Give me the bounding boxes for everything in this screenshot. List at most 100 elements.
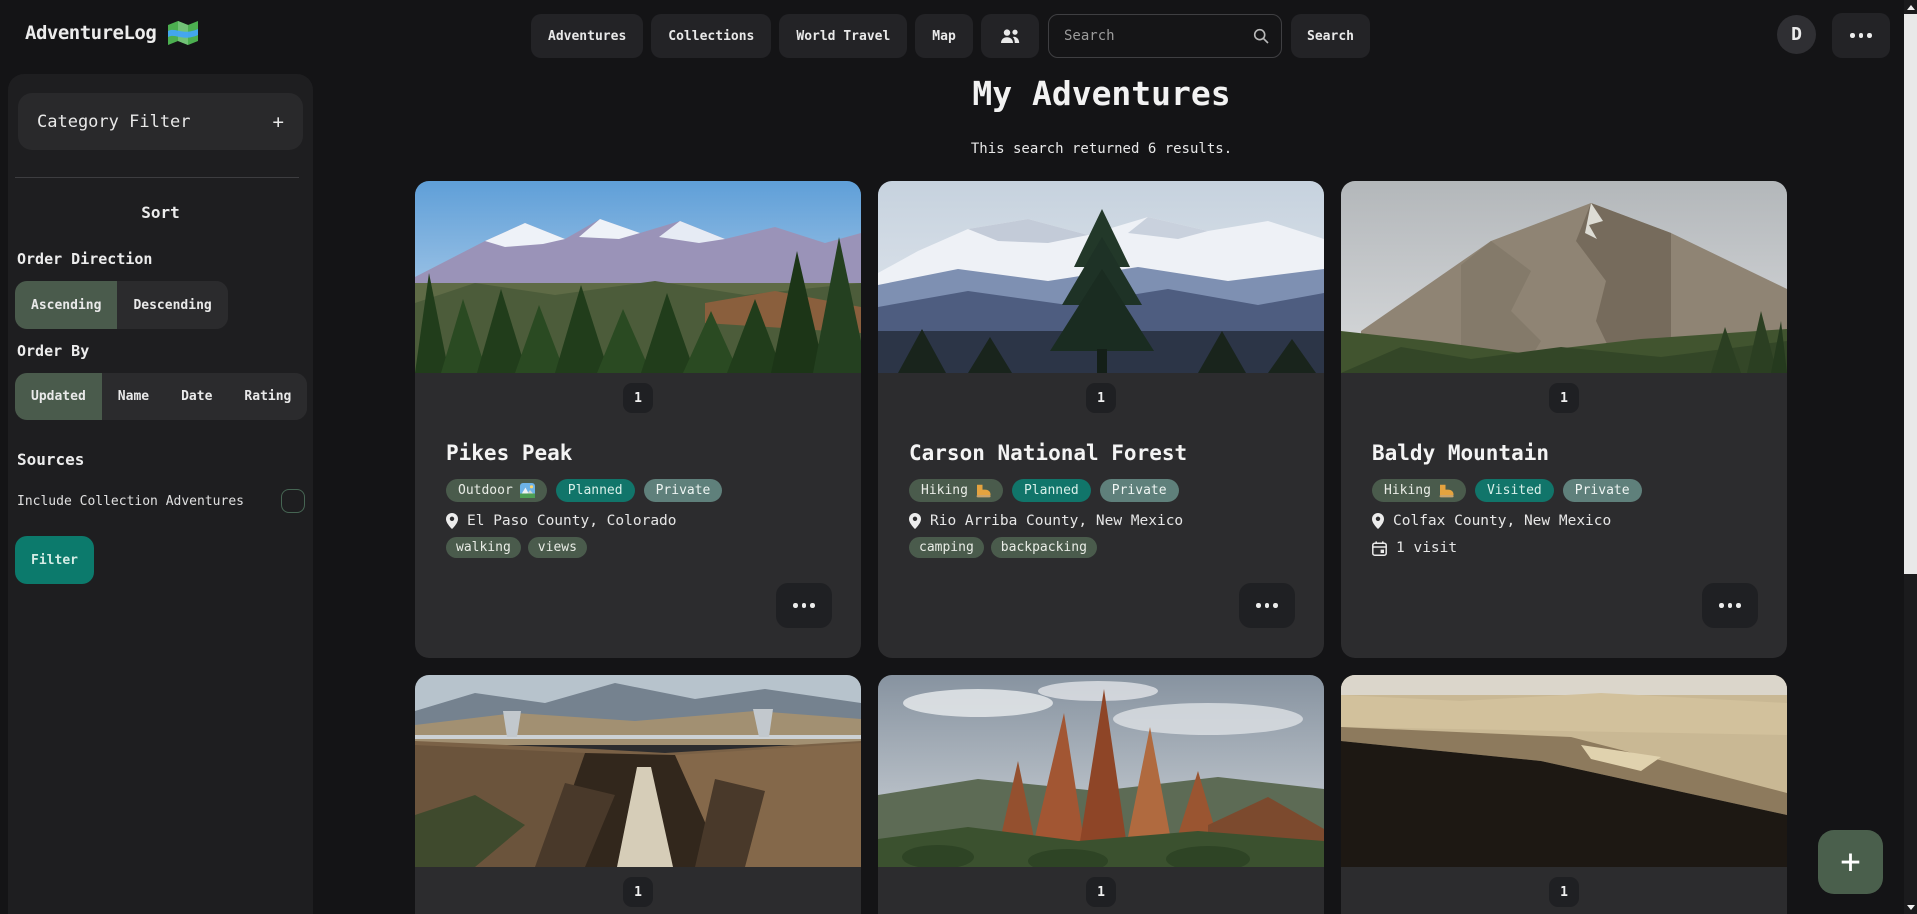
ellipsis-icon [1850, 33, 1872, 38]
card-menu-button[interactable] [1239, 583, 1295, 628]
include-collection-checkbox[interactable] [281, 489, 305, 513]
badge-row: Outdoor Planned Private [446, 479, 830, 502]
visibility-badge: Private [1100, 479, 1179, 502]
visibility-badge: Private [1563, 479, 1642, 502]
category-filter-label: Category Filter [37, 112, 191, 132]
count-badge: 1 [1549, 877, 1579, 907]
add-adventure-button[interactable]: + [1818, 830, 1883, 894]
results-text: This search returned 6 results. [415, 141, 1788, 157]
people-group-icon [999, 28, 1021, 44]
nav-adventures[interactable]: Adventures [531, 14, 643, 58]
status-badge: Planned [556, 479, 635, 502]
boot-icon [975, 484, 991, 498]
scrollbar [1904, 0, 1917, 914]
map-pin-icon [909, 513, 921, 529]
filter-sidebar: Category Filter + Sort Order Direction A… [8, 74, 313, 914]
tag: camping [909, 537, 984, 558]
location-text: Rio Arriba County, New Mexico [930, 513, 1183, 529]
badge-row: Hiking Visited Private [1372, 479, 1756, 502]
nav-collections[interactable]: Collections [651, 14, 771, 58]
sort-heading: Sort [8, 203, 313, 222]
visits-row: 1 visit [1372, 540, 1756, 556]
sources-heading: Sources [17, 450, 84, 469]
count-badge: 1 [623, 383, 653, 413]
map-icon [168, 21, 198, 45]
order-descending-button[interactable]: Descending [117, 281, 227, 329]
plus-icon: + [1840, 845, 1860, 879]
park-icon [520, 483, 535, 498]
count-badge: 1 [1086, 383, 1116, 413]
map-pin-icon [1372, 513, 1384, 529]
tag-row: camping backpacking [909, 537, 1293, 558]
scroll-down-arrow[interactable] [1904, 900, 1917, 914]
order-direction-group: Ascending Descending [15, 281, 228, 329]
navbar-more-button[interactable] [1832, 13, 1890, 58]
status-badge: Planned [1012, 479, 1091, 502]
plus-icon: + [273, 111, 284, 133]
search-box [1048, 14, 1282, 58]
adventure-title[interactable]: Carson National Forest [909, 441, 1293, 465]
tag: walking [446, 537, 521, 558]
calendar-icon [1372, 541, 1387, 556]
adventure-grid: 1 Pikes Peak Outdoor Pla [415, 181, 1788, 914]
nav-map[interactable]: Map [915, 14, 972, 58]
tag: backpacking [991, 537, 1097, 558]
map-pin-icon [446, 513, 458, 529]
search-input[interactable] [1049, 28, 1253, 44]
adventure-image[interactable] [415, 181, 861, 373]
adventure-image[interactable] [878, 675, 1324, 867]
adventure-card: 1 [1341, 675, 1787, 914]
card-menu-button[interactable] [776, 583, 832, 628]
search-icon [1253, 28, 1269, 44]
location-text: Colfax County, New Mexico [1393, 513, 1611, 529]
divider [15, 177, 299, 178]
location-row: El Paso County, Colorado [446, 513, 830, 529]
order-by-group: Updated Name Date Rating [15, 373, 307, 420]
adventure-title[interactable]: Baldy Mountain [1372, 441, 1756, 465]
card-body: Baldy Mountain Hiking Visited Private [1341, 441, 1787, 556]
count-badge: 1 [623, 877, 653, 907]
adventure-title[interactable]: Pikes Peak [446, 441, 830, 465]
order-by-rating-button[interactable]: Rating [228, 373, 307, 420]
adventure-image[interactable] [878, 181, 1324, 373]
adventure-card: 1 [878, 675, 1324, 914]
shared-adventures-button[interactable] [981, 14, 1039, 58]
category-badge: Hiking [909, 479, 1003, 502]
order-ascending-button[interactable]: Ascending [15, 281, 117, 329]
tag: views [528, 537, 587, 558]
order-by-label: Order By [17, 342, 89, 360]
scrollbar-thumb[interactable] [1904, 14, 1917, 574]
nav-world-travel[interactable]: World Travel [779, 14, 907, 58]
location-row: Colfax County, New Mexico [1372, 513, 1756, 529]
adventure-image[interactable] [415, 675, 861, 867]
brand-name: AdventureLog [25, 22, 156, 44]
include-collection-row: Include Collection Adventures [17, 489, 305, 513]
adventure-image[interactable] [1341, 181, 1787, 373]
brand[interactable]: AdventureLog [25, 21, 198, 45]
page-title: My Adventures [415, 74, 1788, 113]
category-badge: Outdoor [446, 479, 547, 502]
order-by-updated-button[interactable]: Updated [15, 373, 102, 420]
location-text: El Paso County, Colorado [467, 513, 677, 529]
order-by-name-button[interactable]: Name [102, 373, 165, 420]
ellipsis-icon [793, 603, 815, 608]
badge-row: Hiking Planned Private [909, 479, 1293, 502]
category-filter-toggle[interactable]: Category Filter + [18, 93, 303, 150]
adventurelog-app: AdventureLog Adventures Collections Worl… [0, 0, 1917, 914]
order-direction-label: Order Direction [17, 250, 152, 268]
visits-text: 1 visit [1396, 540, 1457, 556]
order-by-date-button[interactable]: Date [165, 373, 228, 420]
include-collection-label: Include Collection Adventures [17, 494, 244, 509]
adventure-card: 1 Carson National Forest Hiking Planned … [878, 181, 1324, 658]
avatar-initial: D [1791, 24, 1802, 45]
card-menu-button[interactable] [1702, 583, 1758, 628]
adventure-card: 1 Pikes Peak Outdoor Pla [415, 181, 861, 658]
adventure-card: 1 Baldy Mountain Hiking Visited Private [1341, 181, 1787, 658]
scroll-up-arrow[interactable] [1904, 0, 1917, 14]
avatar[interactable]: D [1777, 15, 1816, 54]
filter-button[interactable]: Filter [15, 536, 94, 584]
nav-menu: Adventures Collections World Travel Map [531, 14, 1039, 58]
adventure-image[interactable] [1341, 675, 1787, 867]
location-row: Rio Arriba County, New Mexico [909, 513, 1293, 529]
search-button[interactable]: Search [1291, 14, 1370, 58]
